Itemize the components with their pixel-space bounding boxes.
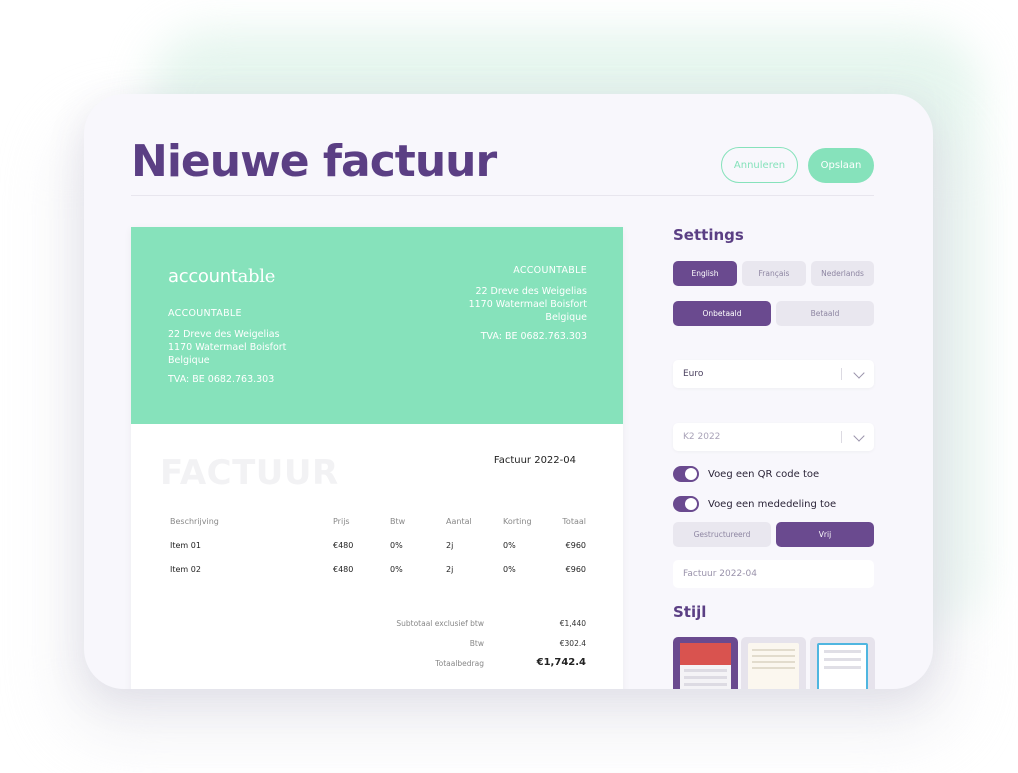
message-free-button[interactable]: Vrij: [776, 522, 874, 547]
column-header: Totaal: [562, 517, 586, 526]
template-line: [684, 676, 727, 679]
period-value: K2 2022: [683, 432, 721, 442]
table-cell: €960: [565, 541, 586, 550]
column-header: Beschrijving: [170, 517, 219, 526]
column-header: Prijs: [333, 517, 350, 526]
total-value: €1,742.4: [536, 657, 586, 668]
qr-code-toggle[interactable]: [673, 466, 699, 482]
template-line: [752, 649, 795, 651]
recipient-address-line: 22 Dreve des Weigelias: [475, 286, 587, 297]
recipient-address: 22 Dreve des Weigelias 1170 Watermael Bo…: [469, 285, 587, 324]
sender-address-line: Belgique: [168, 355, 210, 366]
table-cell: 0%: [503, 541, 516, 550]
template-line: [824, 650, 861, 653]
total-row: Totaalbedrag €1,742.4: [386, 657, 586, 679]
message-toggle-row: Voeg een mededeling toe: [673, 496, 836, 512]
table-cell: 0%: [390, 541, 403, 550]
page-title: Nieuwe factuur: [131, 136, 497, 187]
template-line: [824, 658, 861, 661]
language-francais-button[interactable]: Français: [742, 261, 806, 286]
message-structured-button[interactable]: Gestructureerd: [673, 522, 771, 547]
subtotal-row: Subtotaal exclusief btw €1,440: [386, 619, 586, 639]
table-cell: 2j: [446, 565, 454, 574]
invoice-watermark-title: FACTUUR: [160, 453, 339, 493]
invoice-totals: Subtotaal exclusief btw €1,440 Btw €302.…: [386, 619, 586, 679]
style-title: Stijl: [673, 603, 707, 621]
table-cell: €480: [333, 541, 354, 550]
chevron-down-icon: [853, 367, 865, 379]
chevron-down-icon: [853, 430, 865, 442]
template-header-band: [680, 643, 731, 665]
sender-name: ACCOUNTABLE: [168, 308, 242, 319]
table-cell: 0%: [503, 565, 516, 574]
recipient-address-line: 1170 Watermael Boisfort: [468, 299, 587, 310]
column-header: Aantal: [446, 517, 472, 526]
qr-code-toggle-row: Voeg een QR code toe: [673, 466, 819, 482]
select-separator: [841, 368, 842, 380]
language-english-button[interactable]: English: [673, 261, 737, 286]
template-line: [684, 669, 727, 672]
invoice-number: Factuur 2022-04: [493, 455, 576, 466]
subtotal-value: €1,440: [559, 619, 586, 628]
period-select[interactable]: K2 2022: [673, 423, 874, 451]
app-window: Nieuwe factuur Annuleren Opslaan account…: [84, 94, 933, 689]
table-cell: €960: [565, 565, 586, 574]
table-cell: 0%: [390, 565, 403, 574]
vat-value: €302.4: [559, 639, 586, 648]
select-separator: [841, 431, 842, 443]
template-preview: [748, 643, 799, 689]
logo-text-bold: account: [168, 266, 238, 287]
message-toggle-label: Voeg een mededeling toe: [708, 498, 837, 510]
invoice-header: accountable ACCOUNTABLE 22 Dreve des Wei…: [131, 227, 623, 424]
settings-title: Settings: [673, 226, 744, 244]
toggle-knob: [685, 498, 697, 510]
template-line: [684, 683, 727, 686]
line-items-table: Beschrijving Prijs Btw Aantal Korting To…: [170, 517, 586, 589]
toggle-knob: [685, 468, 697, 480]
message-input[interactable]: Factuur 2022-04: [673, 560, 874, 588]
style-template-1[interactable]: [673, 637, 738, 689]
logo-text-light: able: [237, 266, 276, 287]
invoice-preview: accountable ACCOUNTABLE 22 Dreve des Wei…: [131, 227, 623, 689]
template-line: [824, 666, 861, 669]
template-line: [752, 655, 795, 657]
currency-value: Euro: [683, 369, 704, 379]
table-cell: Item 02: [170, 565, 201, 574]
table-row: Item 01 €480 0% 2j 0% €960: [170, 541, 586, 565]
template-preview: [817, 643, 868, 689]
status-paid-button[interactable]: Betaald: [776, 301, 874, 326]
save-button[interactable]: Opslaan: [808, 148, 874, 183]
table-cell: Item 01: [170, 541, 201, 550]
table-row: Item 02 €480 0% 2j 0% €960: [170, 565, 586, 589]
currency-select[interactable]: Euro: [673, 360, 874, 388]
template-preview: [680, 643, 731, 689]
status-unpaid-button[interactable]: Onbetaald: [673, 301, 771, 326]
subtotal-label: Subtotaal exclusief btw: [396, 619, 484, 628]
template-line: [752, 667, 795, 669]
style-template-2[interactable]: [741, 637, 806, 689]
style-template-3[interactable]: [810, 637, 875, 689]
cancel-button[interactable]: Annuleren: [721, 147, 798, 183]
vat-label: Btw: [469, 639, 484, 648]
recipient-address-line: Belgique: [545, 312, 587, 323]
sender-vat: TVA: BE 0682.763.303: [168, 374, 275, 385]
table-header-row: Beschrijving Prijs Btw Aantal Korting To…: [170, 517, 586, 541]
column-header: Korting: [503, 517, 532, 526]
recipient-vat: TVA: BE 0682.763.303: [480, 331, 587, 342]
qr-code-toggle-label: Voeg een QR code toe: [708, 468, 820, 480]
vat-row: Btw €302.4: [386, 639, 586, 659]
sender-address: 22 Dreve des Weigelias 1170 Watermael Bo…: [168, 328, 286, 367]
template-line: [752, 661, 795, 663]
recipient-name: ACCOUNTABLE: [513, 265, 587, 276]
total-label: Totaalbedrag: [435, 659, 484, 668]
language-nederlands-button[interactable]: Nederlands: [811, 261, 874, 286]
title-divider: [131, 195, 874, 196]
sender-address-line: 22 Dreve des Weigelias: [168, 329, 280, 340]
column-header: Btw: [390, 517, 406, 526]
message-toggle[interactable]: [673, 496, 699, 512]
table-cell: €480: [333, 565, 354, 574]
sender-address-line: 1170 Watermael Boisfort: [168, 342, 287, 353]
table-cell: 2j: [446, 541, 454, 550]
company-logo: accountable: [168, 266, 275, 287]
